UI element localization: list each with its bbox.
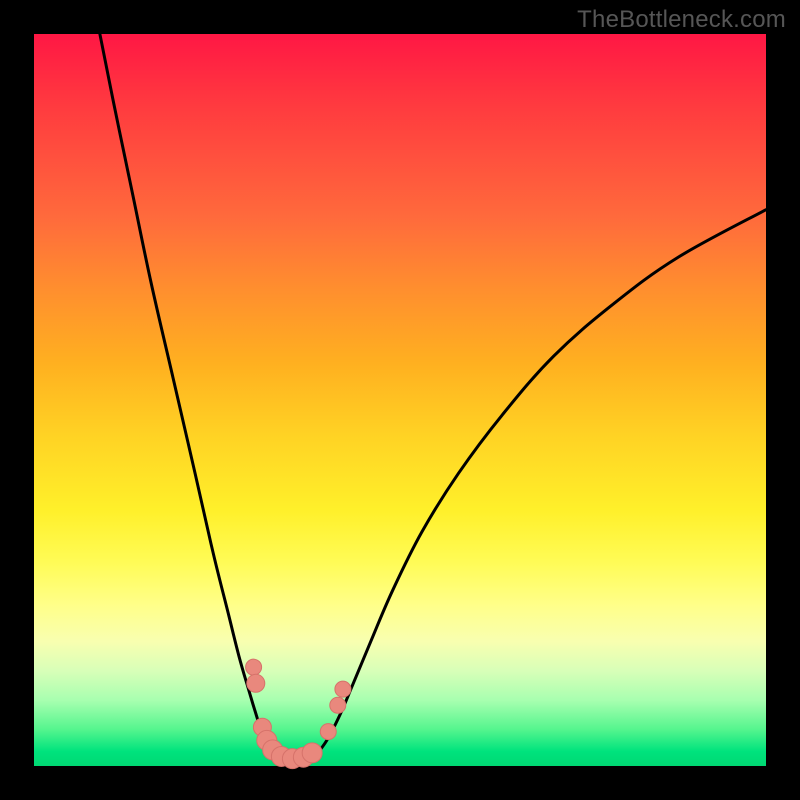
data-marker bbox=[246, 659, 262, 675]
markers-group bbox=[246, 659, 351, 769]
data-marker bbox=[247, 674, 265, 692]
left-curve bbox=[100, 34, 279, 762]
data-marker bbox=[302, 743, 322, 763]
curves-group bbox=[100, 34, 766, 762]
data-marker bbox=[335, 681, 351, 697]
right-curve bbox=[312, 210, 766, 760]
chart-frame: TheBottleneck.com bbox=[0, 0, 800, 800]
chart-svg bbox=[0, 0, 800, 800]
data-marker bbox=[330, 697, 346, 713]
data-marker bbox=[320, 724, 336, 740]
